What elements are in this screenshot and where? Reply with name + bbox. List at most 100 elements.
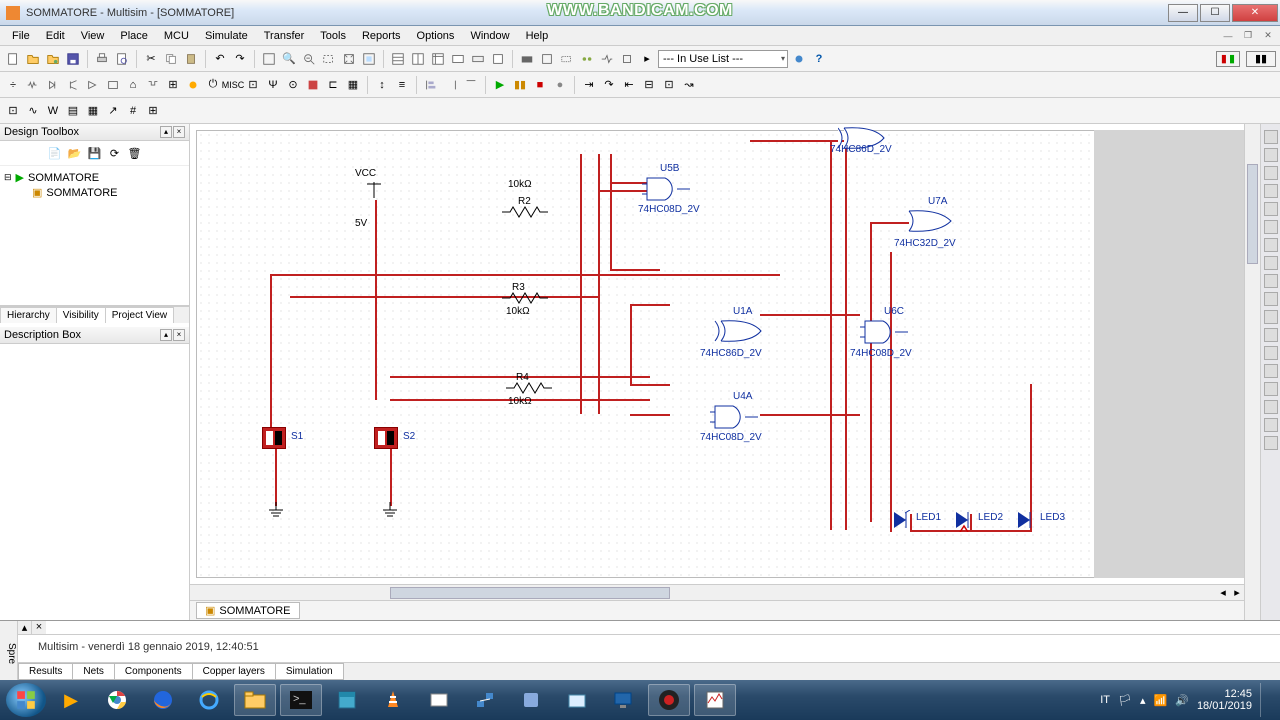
instr5-icon[interactable] <box>1264 202 1278 216</box>
menu-simulate[interactable]: Simulate <box>197 28 256 44</box>
netlist-button[interactable] <box>598 50 616 68</box>
maximize-button[interactable]: ☐ <box>1200 4 1230 22</box>
place-ni-button[interactable] <box>304 76 322 94</box>
zoom-fit-button[interactable] <box>360 50 378 68</box>
menu-file[interactable]: File <box>4 28 38 44</box>
place-electromech-button[interactable]: ⊙ <box>284 76 302 94</box>
postproc-button[interactable] <box>449 50 467 68</box>
task-regedit-icon[interactable] <box>326 684 368 716</box>
logtab-results[interactable]: Results <box>18 663 73 680</box>
start-button[interactable] <box>6 683 46 717</box>
step-into-button[interactable]: ⇥ <box>580 76 598 94</box>
instr-4ch-button[interactable]: ▦ <box>84 102 102 120</box>
hierarchy-button[interactable]: ↕ <box>373 76 391 94</box>
menu-options[interactable]: Options <box>409 28 463 44</box>
task-gadget-icon[interactable] <box>510 684 552 716</box>
breakpoint-button[interactable]: ⊡ <box>660 76 678 94</box>
switch-s1[interactable] <box>262 427 286 449</box>
place-rf-button[interactable]: Ψ <box>264 76 282 94</box>
tray-volume-icon[interactable]: 🔊 <box>1175 694 1189 707</box>
new-project-icon[interactable]: 📄 <box>46 144 64 162</box>
instr15-icon[interactable] <box>1264 382 1278 396</box>
instr-wattmeter-button[interactable]: W <box>44 102 62 120</box>
menu-transfer[interactable]: Transfer <box>256 28 313 44</box>
led1-symbol[interactable] <box>890 510 912 532</box>
run-button[interactable]: ▶ <box>491 76 509 94</box>
paste-button[interactable] <box>182 50 200 68</box>
instr9-icon[interactable] <box>1264 274 1278 288</box>
tab-hierarchy[interactable]: Hierarchy <box>0 307 57 323</box>
align-right-button[interactable] <box>442 76 460 94</box>
instr-scope-button[interactable]: ▤ <box>64 102 82 120</box>
task-cmd-icon[interactable]: >_ <box>280 684 322 716</box>
delete-icon[interactable]: 🗑 <box>126 144 144 162</box>
instr17-icon[interactable] <box>1264 418 1278 432</box>
gate-u4a[interactable] <box>710 402 760 432</box>
task-mediaplayer-icon[interactable]: ▶ <box>50 684 92 716</box>
instr8-icon[interactable] <box>1264 256 1278 270</box>
place-connector-button[interactable]: ⊏ <box>324 76 342 94</box>
print-preview-button[interactable] <box>113 50 131 68</box>
r3-symbol[interactable] <box>502 292 552 304</box>
component-wizard-button[interactable] <box>578 50 596 68</box>
menu-view[interactable]: View <box>73 28 113 44</box>
in-use-list-combo[interactable]: --- In Use List --- <box>658 50 788 68</box>
description-box-body[interactable] <box>0 344 189 620</box>
tab-project-view[interactable]: Project View <box>105 307 174 323</box>
task-ie-icon[interactable] <box>188 684 230 716</box>
tree-child[interactable]: ▣ SOMMATORE <box>4 185 185 200</box>
instr13-icon[interactable] <box>1264 346 1278 360</box>
tray-up-icon[interactable]: ▴ <box>1140 694 1146 707</box>
save-project-icon[interactable]: 💾 <box>86 144 104 162</box>
logtab-components[interactable]: Components <box>114 663 193 680</box>
instr10-icon[interactable] <box>1264 292 1278 306</box>
place-misc2-button[interactable]: MISC <box>224 76 242 94</box>
gate-u7a[interactable] <box>904 207 959 237</box>
gnd-s1[interactable] <box>266 502 286 522</box>
spreadsheet-label[interactable]: Spre <box>0 621 18 680</box>
task-multisim-icon[interactable] <box>694 684 736 716</box>
bus-button[interactable]: ≡ <box>393 76 411 94</box>
instr1-icon[interactable] <box>1264 130 1278 144</box>
instr11-icon[interactable] <box>1264 310 1278 324</box>
stop-button[interactable]: ■ <box>531 76 549 94</box>
place-diode-button[interactable] <box>44 76 62 94</box>
pane-close-icon[interactable]: × <box>173 126 185 138</box>
led2-symbol[interactable] <box>952 510 974 532</box>
log-pin-icon[interactable]: ▴ <box>18 621 32 634</box>
task-control-icon[interactable] <box>556 684 598 716</box>
step-over-button[interactable]: ↷ <box>600 76 618 94</box>
refresh-icon[interactable]: ⟳ <box>106 144 124 162</box>
logtab-nets[interactable]: Nets <box>72 663 115 680</box>
pane-pin-icon[interactable]: ▴ <box>160 126 172 138</box>
instr-funcgen-button[interactable]: ∿ <box>24 102 42 120</box>
go-button[interactable]: ▸ <box>638 50 656 68</box>
tray-flag-icon[interactable]: 🏳 <box>1118 694 1132 707</box>
cut-button[interactable]: ✂ <box>142 50 160 68</box>
place-text-button[interactable] <box>538 50 556 68</box>
trace-button[interactable]: ↝ <box>680 76 698 94</box>
record-button[interactable]: ● <box>551 76 569 94</box>
menu-place[interactable]: Place <box>112 28 156 44</box>
close-button[interactable]: ✕ <box>1232 4 1278 22</box>
menu-window[interactable]: Window <box>462 28 517 44</box>
task-net-icon[interactable] <box>464 684 506 716</box>
tab-visibility[interactable]: Visibility <box>56 307 106 323</box>
instr7-icon[interactable] <box>1264 238 1278 252</box>
vertical-scrollbar[interactable] <box>1244 124 1260 620</box>
tray-network-icon[interactable]: 📶 <box>1154 694 1168 707</box>
zoom-full-button[interactable] <box>260 50 278 68</box>
menu-edit[interactable]: Edit <box>38 28 73 44</box>
vcc-symbol[interactable] <box>364 182 384 202</box>
place-basic-button[interactable] <box>24 76 42 94</box>
print-button[interactable] <box>93 50 111 68</box>
design-tree[interactable]: ⊟ ▶ SOMMATORE ▣ SOMMATORE <box>0 166 189 306</box>
logtab-copper[interactable]: Copper layers <box>192 663 276 680</box>
task-app1-icon[interactable] <box>418 684 460 716</box>
instr2-icon[interactable] <box>1264 148 1278 162</box>
zoom-in-button[interactable]: 🔍 <box>280 50 298 68</box>
place-cmos-button[interactable]: ⌂ <box>124 76 142 94</box>
capture-button[interactable] <box>518 50 536 68</box>
undo-button[interactable]: ↶ <box>211 50 229 68</box>
zoom-sheet-button[interactable] <box>340 50 358 68</box>
